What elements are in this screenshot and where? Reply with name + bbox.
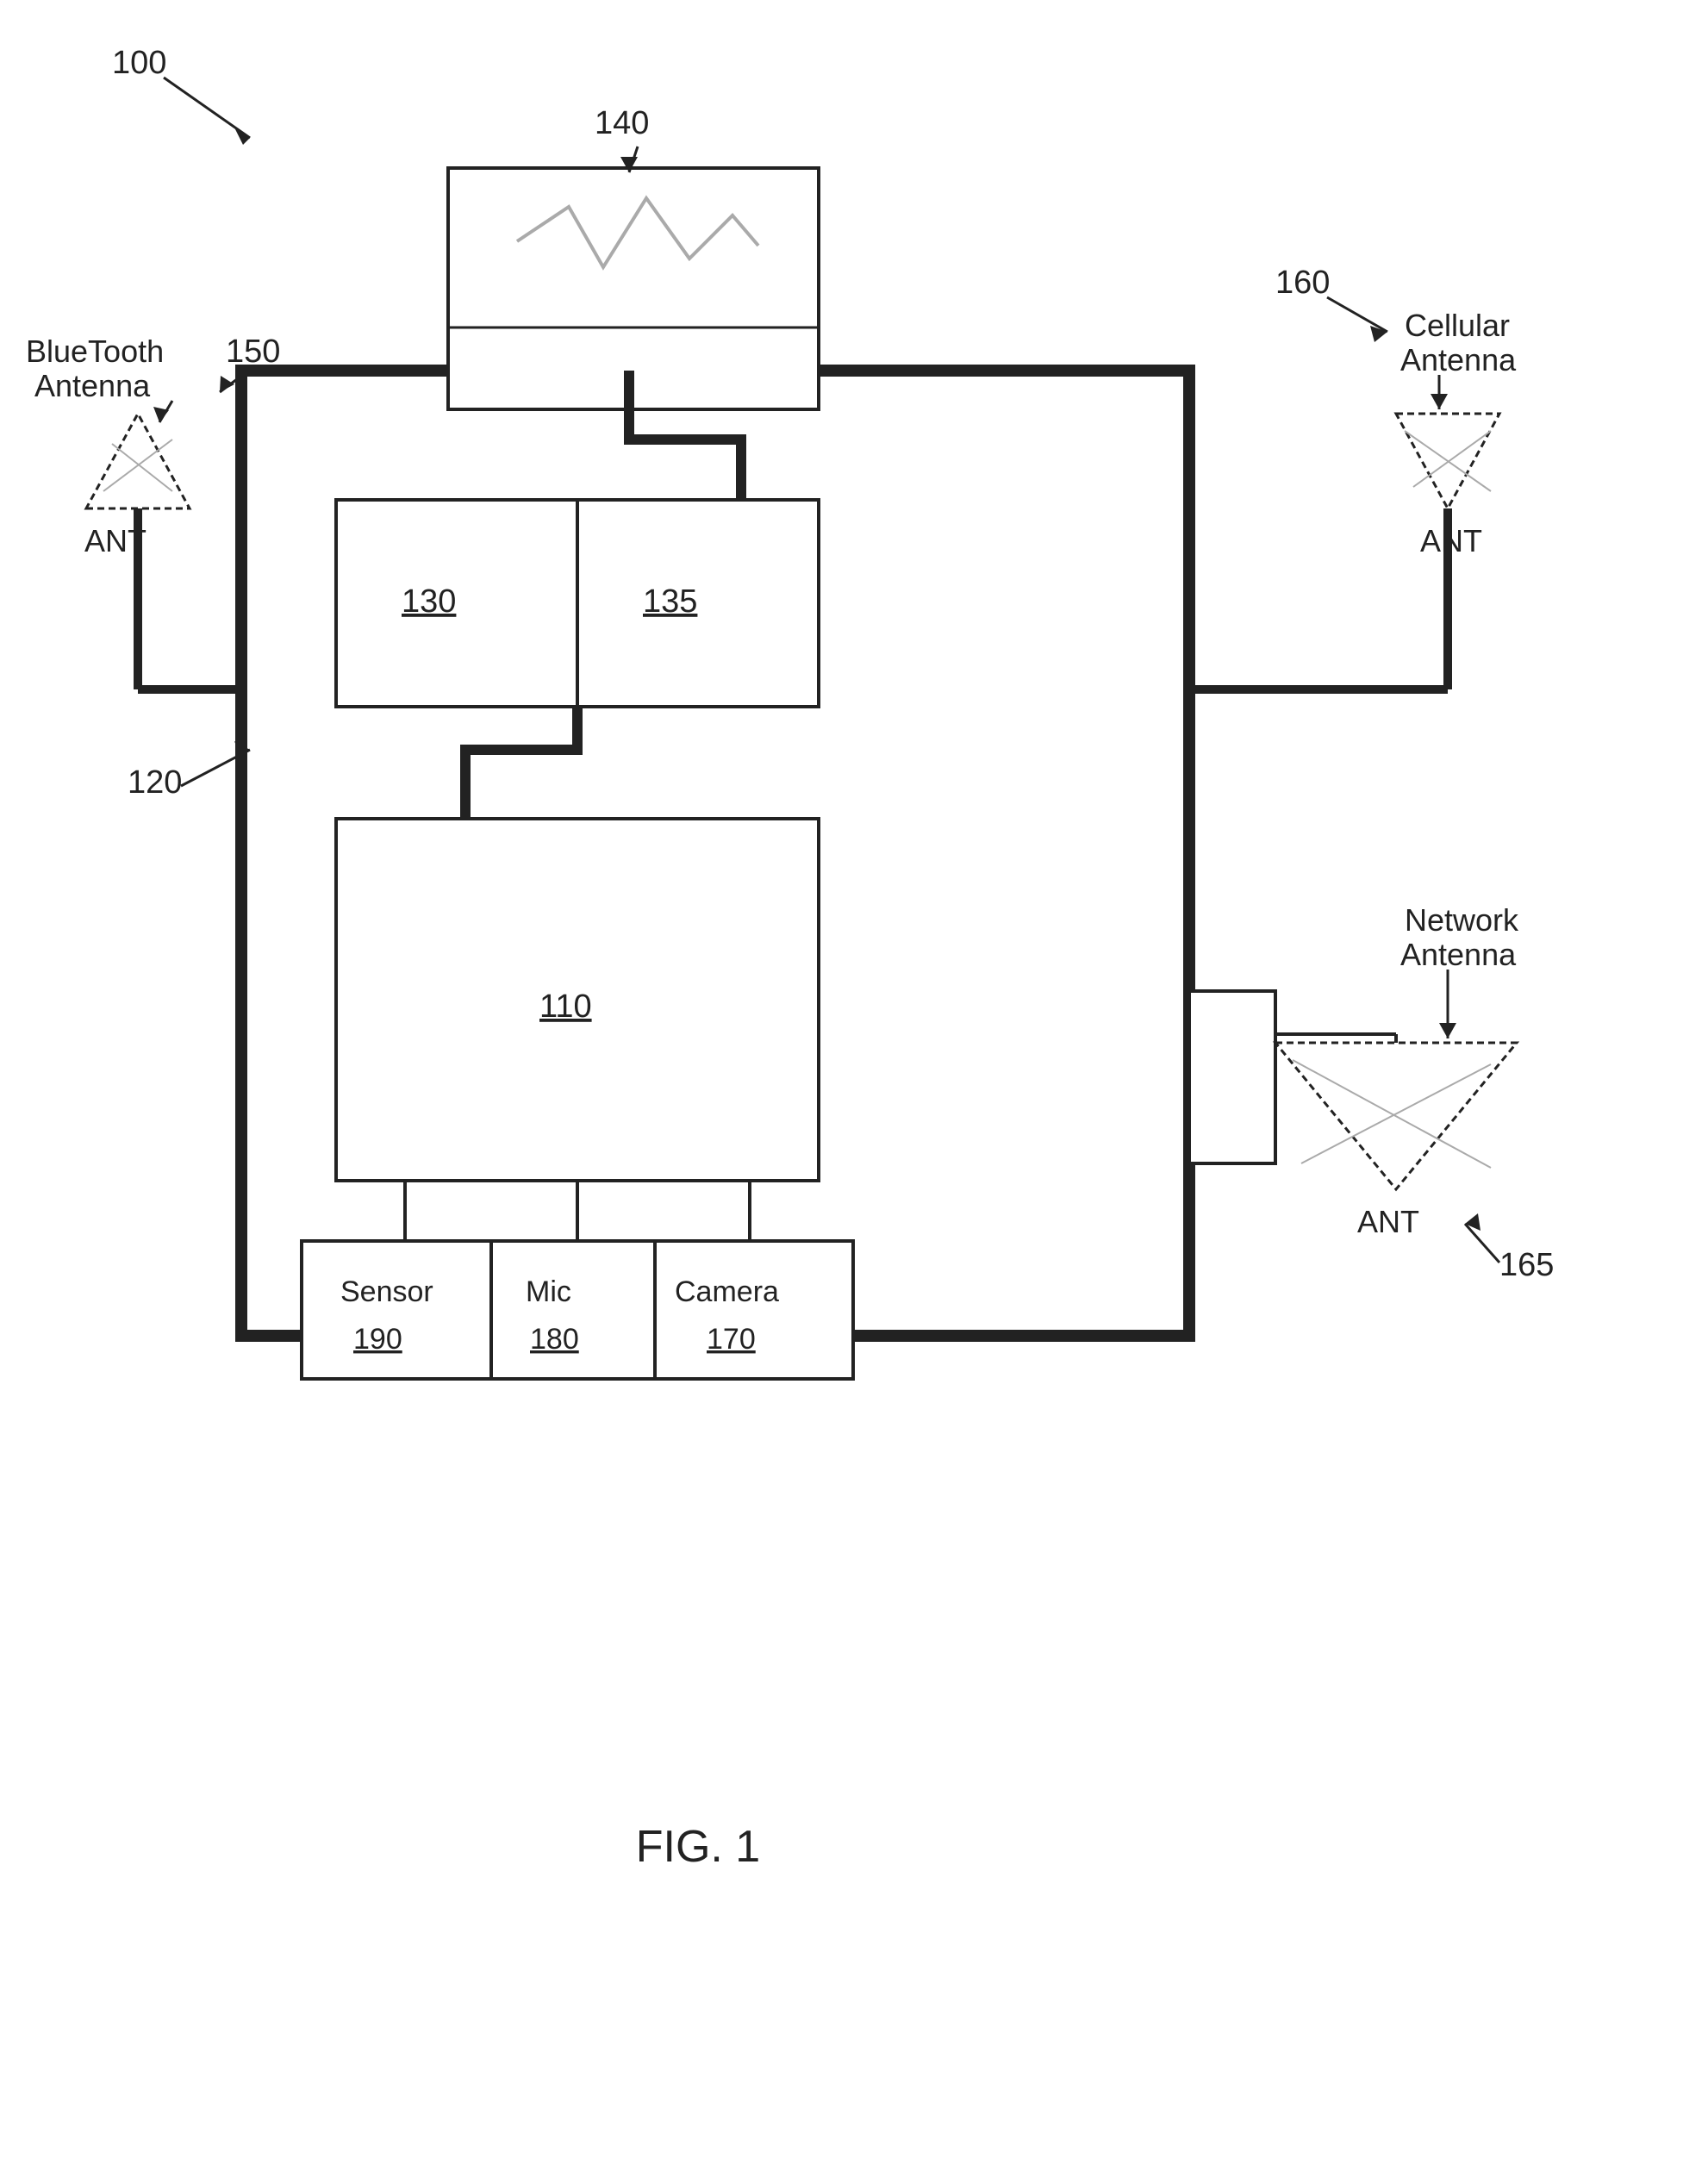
cellular-label2: Antenna bbox=[1400, 342, 1517, 377]
ref-180-label: 180 bbox=[530, 1323, 579, 1356]
ref-120-label: 120 bbox=[128, 764, 182, 801]
ref-130-label: 130 bbox=[402, 583, 456, 620]
ref-150-label: 150 bbox=[226, 334, 280, 370]
diagram-container: 100 120 140 130 135 110 Sensor 190 Mi bbox=[0, 0, 1708, 2166]
camera-label: Camera bbox=[675, 1275, 779, 1308]
ref-160-label: 160 bbox=[1275, 265, 1330, 301]
network-label1: Network bbox=[1405, 902, 1519, 938]
cellular-label1: Cellular bbox=[1405, 308, 1510, 343]
sensor-label: Sensor bbox=[340, 1275, 433, 1308]
bluetooth-label1: BlueTooth bbox=[26, 334, 164, 369]
ref-110-label: 110 bbox=[539, 988, 592, 1025]
ref-140-label: 140 bbox=[595, 105, 649, 141]
network-label2: Antenna bbox=[1400, 937, 1517, 972]
ref-190-label: 190 bbox=[353, 1323, 402, 1356]
ref-170-label: 170 bbox=[707, 1323, 756, 1356]
ref-165-label: 165 bbox=[1499, 1247, 1554, 1283]
bluetooth-label2: Antenna bbox=[34, 368, 151, 403]
ref-100-label: 100 bbox=[112, 45, 166, 81]
fig-label: FIG. 1 bbox=[636, 1822, 760, 1872]
mic-label: Mic bbox=[526, 1275, 571, 1308]
ant-net-label: ANT bbox=[1357, 1204, 1419, 1239]
ref-135-label: 135 bbox=[643, 583, 697, 620]
